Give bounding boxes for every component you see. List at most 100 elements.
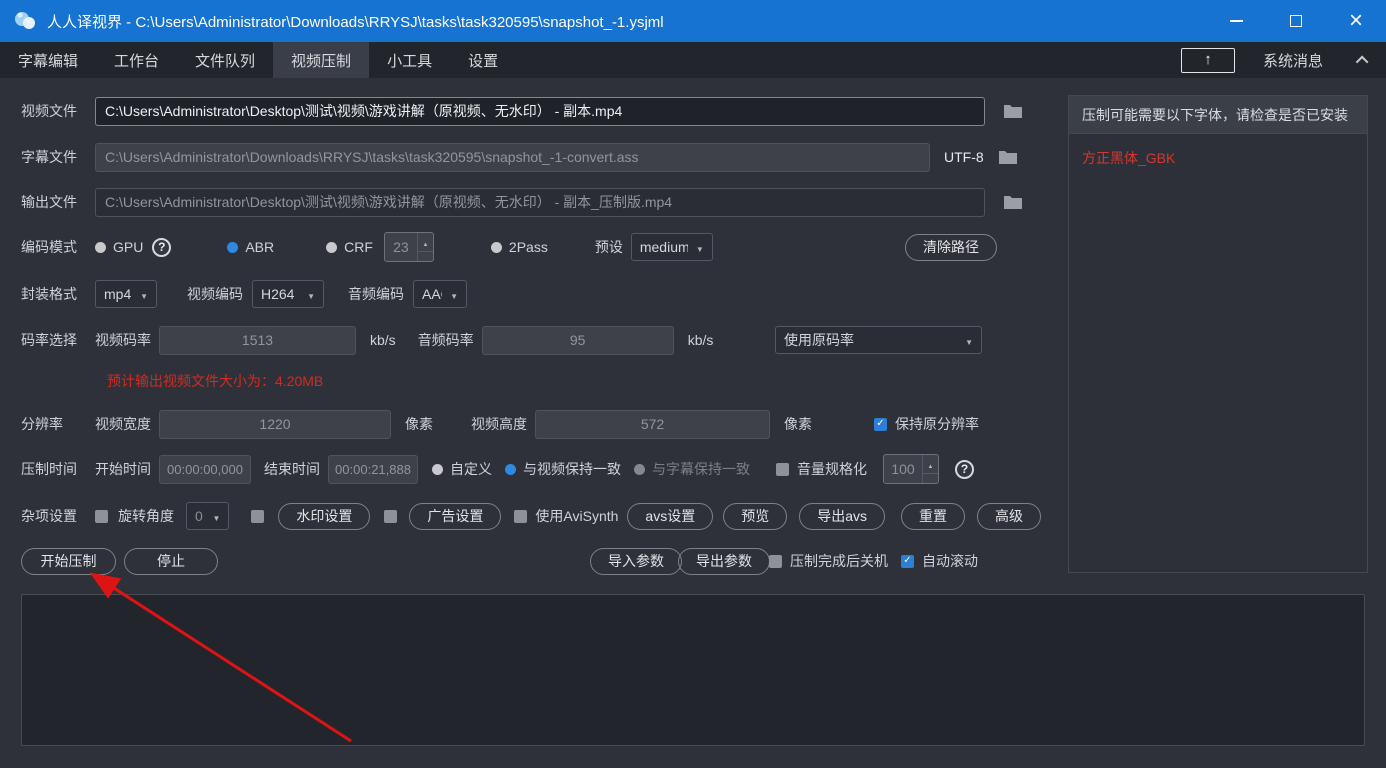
volume-value: 100	[884, 455, 922, 483]
stepper-down-button[interactable]	[923, 474, 938, 484]
export-params-button[interactable]: 导出参数	[678, 548, 770, 575]
tab-video-compress[interactable]: 视频压制	[273, 42, 369, 78]
radio-2pass[interactable]: 2Pass	[491, 239, 548, 255]
ad-checkbox[interactable]	[384, 510, 397, 523]
video-height-input[interactable]	[535, 410, 770, 439]
preview-button[interactable]: 预览	[723, 503, 787, 530]
stepper-buttons	[922, 455, 938, 483]
checkbox-checked-icon	[874, 418, 887, 431]
font-panel-header: 压制可能需要以下字体，请检查是否已安装	[1069, 96, 1367, 134]
estimated-size-text: 预计输出视频文件大小为：4.20MB	[107, 371, 323, 391]
window-controls	[1206, 0, 1386, 42]
arrow-down-icon	[928, 474, 934, 484]
radio-follow-video[interactable]: 与视频保持一致	[505, 459, 621, 479]
radio-custom-time[interactable]: 自定义	[432, 459, 492, 479]
crf-value-stepper[interactable]: 23	[384, 232, 434, 262]
end-time-input[interactable]	[328, 455, 418, 484]
tab-subtitle-edit[interactable]: 字幕编辑	[0, 42, 96, 78]
volume-normalize-checkbox[interactable]	[776, 463, 789, 476]
avisynth-checkbox[interactable]	[514, 510, 527, 523]
audio-bitrate-unit: kb/s	[688, 332, 714, 348]
actions-row: 开始压制 停止 导入参数 导出参数 压制完成后关机 自动滚动	[21, 546, 1041, 576]
folder-icon[interactable]	[1003, 103, 1023, 119]
maximize-button[interactable]	[1266, 0, 1326, 42]
tab-tools[interactable]: 小工具	[369, 42, 450, 78]
rotation-checkbox[interactable]	[95, 510, 108, 523]
container-format-row: 封装格式 mp4 视频编码 H264 音频编码 AAC	[21, 279, 467, 309]
folder-icon[interactable]	[1003, 194, 1023, 210]
tab-settings[interactable]: 设置	[450, 42, 516, 78]
watermark-checkbox[interactable]	[251, 510, 264, 523]
tab-workbench[interactable]: 工作台	[96, 42, 177, 78]
shutdown-after-label: 压制完成后关机	[790, 551, 888, 571]
radio-2pass-label: 2Pass	[509, 239, 548, 255]
minimize-button[interactable]	[1206, 0, 1266, 42]
rotation-dropdown[interactable]: 0	[186, 502, 229, 530]
radio-follow-subtitle[interactable]: 与字幕保持一致	[634, 459, 750, 479]
advanced-button[interactable]: 高级	[977, 503, 1041, 530]
watermark-settings-button[interactable]: 水印设置	[278, 503, 370, 530]
radio-abr[interactable]: ABR	[227, 239, 274, 255]
video-bitrate-input[interactable]	[159, 326, 356, 355]
container-format-dropdown[interactable]: mp4	[95, 280, 157, 308]
subtitle-file-label: 字幕文件	[21, 147, 83, 167]
gpu-help-icon[interactable]	[152, 238, 171, 257]
tab-file-queue[interactable]: 文件队列	[177, 42, 273, 78]
preset-dropdown[interactable]: medium	[631, 233, 713, 261]
video-bitrate-unit: kb/s	[370, 332, 396, 348]
bitrate-mode-value: 使用原码率	[784, 330, 957, 350]
auto-scroll-group[interactable]: 自动滚动	[901, 551, 978, 571]
system-message-label[interactable]: 系统消息	[1263, 50, 1323, 71]
window-title: 人人译视界 - C:\Users\Administrator\Downloads…	[47, 11, 664, 32]
stepper-down-button[interactable]	[418, 252, 433, 262]
upload-button[interactable]	[1181, 48, 1235, 73]
video-width-input[interactable]	[159, 410, 391, 439]
volume-stepper[interactable]: 100	[883, 454, 939, 484]
radio-icon	[326, 242, 337, 253]
stop-button[interactable]: 停止	[124, 548, 218, 575]
video-file-input[interactable]	[95, 97, 985, 126]
ad-settings-button[interactable]: 广告设置	[409, 503, 501, 530]
radio-crf[interactable]: CRF	[326, 239, 373, 255]
radio-selected-icon	[505, 464, 516, 475]
auto-scroll-label: 自动滚动	[922, 551, 978, 571]
subtitle-file-input[interactable]	[95, 143, 930, 172]
keep-resolution-group[interactable]: 保持原分辨率	[874, 414, 979, 434]
shutdown-after-group[interactable]: 压制完成后关机	[769, 551, 888, 571]
avs-settings-button[interactable]: avs设置	[627, 503, 713, 530]
volume-help-icon[interactable]	[955, 460, 974, 479]
start-compress-button[interactable]: 开始压制	[21, 548, 116, 575]
video-file-row: 视频文件	[21, 96, 1023, 126]
stepper-up-button[interactable]	[923, 455, 938, 474]
export-avs-button[interactable]: 导出avs	[799, 503, 885, 530]
audio-codec-dropdown[interactable]: AAC	[413, 280, 467, 308]
tab-label: 小工具	[387, 50, 432, 71]
crf-value: 23	[385, 233, 417, 261]
tab-label: 工作台	[114, 50, 159, 71]
reset-button[interactable]: 重置	[901, 503, 965, 530]
radio-gpu[interactable]: GPU	[95, 239, 143, 255]
subtitle-encoding: UTF-8	[944, 149, 984, 165]
output-file-input[interactable]	[95, 188, 985, 217]
misc-settings-label: 杂项设置	[21, 506, 83, 526]
chevron-up-icon[interactable]	[1356, 55, 1369, 68]
radio-gpu-label: GPU	[113, 239, 143, 255]
start-time-input[interactable]	[159, 455, 251, 484]
font-check-panel: 压制可能需要以下字体，请检查是否已安装 方正黑体_GBK	[1068, 95, 1368, 573]
import-params-button[interactable]: 导入参数	[590, 548, 682, 575]
video-codec-dropdown[interactable]: H264	[252, 280, 324, 308]
stepper-buttons	[417, 233, 433, 261]
radio-icon	[491, 242, 502, 253]
bitrate-mode-dropdown[interactable]: 使用原码率	[775, 326, 982, 354]
width-unit: 像素	[405, 414, 433, 434]
stepper-up-button[interactable]	[418, 233, 433, 252]
subtitle-file-row: 字幕文件 UTF-8	[21, 142, 1018, 172]
close-button[interactable]	[1326, 0, 1386, 42]
clear-path-button[interactable]: 清除路径	[905, 234, 997, 261]
audio-bitrate-input[interactable]	[482, 326, 674, 355]
tab-label: 字幕编辑	[18, 50, 78, 71]
arrow-down-icon	[422, 252, 428, 262]
radio-abr-label: ABR	[245, 239, 274, 255]
folder-icon[interactable]	[998, 149, 1018, 165]
radio-selected-icon	[227, 242, 238, 253]
